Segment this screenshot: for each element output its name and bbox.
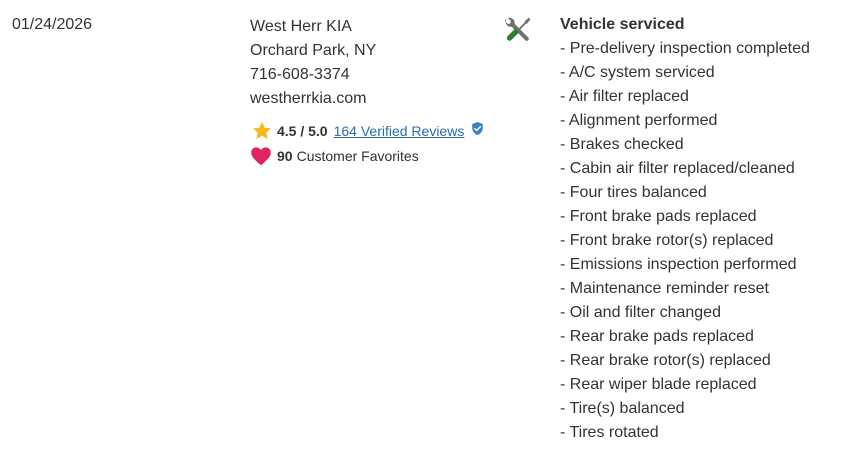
service-item: - Tire(s) balanced <box>560 400 685 417</box>
service-item: - Four tires balanced <box>560 184 707 201</box>
service-item: - Tires rotated <box>560 424 659 441</box>
service-item: - Maintenance reminder reset <box>560 280 769 297</box>
dealer-location: Orchard Park, NY <box>250 42 377 59</box>
star-icon <box>253 122 271 139</box>
dealer-website: westherrkia.com <box>250 90 367 107</box>
rating-score: 4.5 / 5.0 <box>277 123 328 139</box>
service-item-list: - Pre-delivery inspection completed - A/… <box>560 37 845 445</box>
service-heading: Vehicle serviced <box>560 16 685 33</box>
dealer-phone: 716-608-3374 <box>250 66 350 83</box>
service-date: 01/24/2026 <box>12 16 93 33</box>
heart-icon <box>251 147 271 166</box>
service-item: - Cabin air filter replaced/cleaned <box>560 160 795 177</box>
service-item: - Alignment performed <box>560 112 718 129</box>
service-item: - Front brake pads replaced <box>560 208 757 225</box>
service-item: - Brakes checked <box>560 136 684 153</box>
service-item: - Air filter replaced <box>560 88 689 105</box>
verified-reviews-link[interactable]: 164 Verified Reviews <box>334 123 465 139</box>
service-item: - Pre-delivery inspection completed <box>560 40 810 57</box>
service-item: - Emissions inspection performed <box>560 256 797 273</box>
dealer-rating: 4.5 / 5.0 164 Verified Reviews <box>250 120 490 142</box>
dealer-info: West Herr KIA Orchard Park, NY 716-608-3… <box>250 15 490 167</box>
service-item: - Oil and filter changed <box>560 304 721 321</box>
service-item: - A/C system serviced <box>560 64 715 81</box>
service-details: Vehicle serviced - Pre-delivery inspecti… <box>560 15 845 445</box>
dealer-name: West Herr KIA <box>250 18 352 35</box>
wrench-screwdriver-icon <box>504 17 531 41</box>
service-item: - Rear wiper blade replaced <box>560 376 757 393</box>
customer-favorites: 90 Customer Favorites <box>250 145 490 167</box>
verified-badge-icon <box>472 121 484 135</box>
service-item: - Rear brake pads replaced <box>560 328 754 345</box>
favorites-count: 90 <box>277 148 293 164</box>
service-item: - Rear brake rotor(s) replaced <box>560 352 771 369</box>
favorites-label: Customer Favorites <box>296 148 419 164</box>
service-item: - Front brake rotor(s) replaced <box>560 232 774 249</box>
